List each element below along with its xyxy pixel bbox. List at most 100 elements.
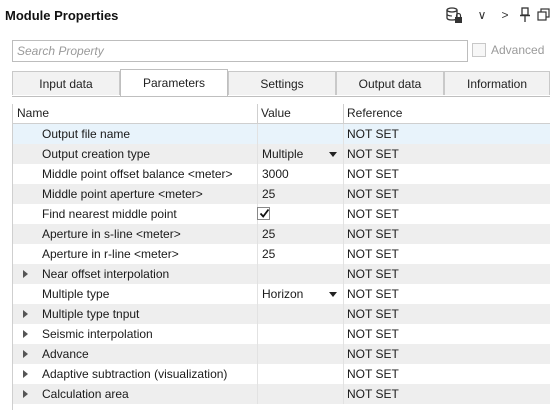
row-reference[interactable]: NOT SET bbox=[347, 124, 399, 144]
grid-header: Name Value Reference bbox=[13, 104, 550, 124]
table-row[interactable]: Adaptive subtraction (visualization) NOT… bbox=[13, 364, 550, 384]
chevron-down-icon[interactable]: ∨ bbox=[475, 6, 489, 24]
window-title: Module Properties bbox=[5, 8, 119, 23]
advanced-checkbox[interactable] bbox=[472, 43, 486, 57]
column-header-reference[interactable]: Reference bbox=[343, 104, 550, 123]
tab-output-data[interactable]: Output data bbox=[336, 71, 444, 95]
row-reference[interactable]: NOT SET bbox=[347, 344, 399, 364]
row-value[interactable]: 25 bbox=[262, 224, 275, 244]
table-row[interactable]: Advance NOT SET bbox=[13, 344, 550, 364]
cell-divider bbox=[343, 164, 344, 184]
cell-divider bbox=[343, 364, 344, 384]
row-name: Aperture in r-line <meter> bbox=[42, 247, 179, 261]
table-row[interactable]: Multiple type tnput NOT SET bbox=[13, 304, 550, 324]
row-reference[interactable]: NOT SET bbox=[347, 184, 399, 204]
cell-divider bbox=[343, 264, 344, 284]
column-header-value[interactable]: Value bbox=[257, 104, 343, 123]
cell-divider bbox=[257, 364, 258, 384]
cell-divider bbox=[257, 324, 258, 344]
find-nearest-checkbox[interactable] bbox=[257, 207, 270, 220]
cell-divider bbox=[343, 324, 344, 344]
expand-arrow-icon[interactable] bbox=[23, 310, 28, 318]
pin-icon[interactable] bbox=[518, 6, 532, 24]
title-bar: Module Properties ∨ > bbox=[0, 0, 550, 32]
cell-divider bbox=[343, 204, 344, 224]
row-name: Aperture in s-line <meter> bbox=[42, 227, 181, 241]
table-row[interactable]: Near offset interpolation NOT SET bbox=[13, 264, 550, 284]
column-header-name[interactable]: Name bbox=[13, 104, 257, 123]
cell-divider bbox=[343, 184, 344, 204]
table-row[interactable]: Middle point offset balance <meter> 3000… bbox=[13, 164, 550, 184]
cell-divider bbox=[257, 144, 258, 164]
row-name: Near offset interpolation bbox=[42, 267, 170, 281]
restore-window-icon[interactable] bbox=[537, 6, 550, 24]
row-reference[interactable]: NOT SET bbox=[347, 284, 399, 304]
row-reference[interactable]: NOT SET bbox=[347, 264, 399, 284]
tab-settings[interactable]: Settings bbox=[228, 71, 336, 95]
tab-parameters[interactable]: Parameters bbox=[120, 69, 228, 96]
row-value[interactable]: 25 bbox=[262, 184, 275, 204]
table-row[interactable]: Aperture in r-line <meter> 25 NOT SET bbox=[13, 244, 550, 264]
dropdown-arrow-icon[interactable] bbox=[329, 292, 337, 297]
row-reference[interactable]: NOT SET bbox=[347, 204, 399, 224]
row-reference[interactable]: NOT SET bbox=[347, 364, 399, 384]
table-row[interactable]: Find nearest middle point NOT SET bbox=[13, 204, 550, 224]
tab-input-data[interactable]: Input data bbox=[12, 71, 120, 95]
expand-arrow-icon[interactable] bbox=[23, 390, 28, 398]
tab-bar: Input data Parameters Settings Output da… bbox=[12, 69, 550, 97]
tab-divider bbox=[12, 96, 550, 97]
expand-arrow-icon[interactable] bbox=[23, 350, 28, 358]
chevron-right-icon[interactable]: > bbox=[498, 6, 512, 24]
row-reference[interactable]: NOT SET bbox=[347, 144, 399, 164]
table-row[interactable]: Aperture in s-line <meter> 25 NOT SET bbox=[13, 224, 550, 244]
row-reference[interactable]: NOT SET bbox=[347, 304, 399, 324]
cell-divider bbox=[257, 224, 258, 244]
row-name: Output creation type bbox=[42, 147, 151, 161]
row-name: Multiple type tnput bbox=[42, 307, 140, 321]
row-name: Find nearest middle point bbox=[42, 207, 177, 221]
table-row[interactable]: Output file name NOT SET bbox=[13, 124, 550, 144]
cell-divider bbox=[257, 124, 258, 144]
cell-divider bbox=[257, 284, 258, 304]
search-row: Advanced bbox=[0, 36, 550, 68]
expand-arrow-icon[interactable] bbox=[23, 330, 28, 338]
cell-divider bbox=[343, 244, 344, 264]
row-reference[interactable]: NOT SET bbox=[347, 324, 399, 344]
cell-divider bbox=[343, 344, 344, 364]
search-input[interactable] bbox=[12, 40, 468, 62]
row-reference[interactable]: NOT SET bbox=[347, 244, 399, 264]
cell-divider bbox=[343, 124, 344, 144]
output-creation-type-select[interactable]: Multiple bbox=[262, 144, 303, 164]
row-name: Output file name bbox=[42, 127, 131, 141]
checkmark-icon bbox=[259, 208, 270, 218]
row-name: Calculation area bbox=[42, 387, 129, 401]
row-reference[interactable]: NOT SET bbox=[347, 164, 399, 184]
table-row[interactable]: Middle point aperture <meter> 25 NOT SET bbox=[13, 184, 550, 204]
cell-divider bbox=[343, 144, 344, 164]
database-lock-icon[interactable] bbox=[444, 6, 464, 24]
tab-information[interactable]: Information bbox=[444, 71, 550, 95]
cell-divider bbox=[257, 244, 258, 264]
row-reference[interactable]: NOT SET bbox=[347, 384, 399, 404]
cell-divider bbox=[343, 384, 344, 404]
row-name: Seismic interpolation bbox=[42, 327, 153, 341]
cell-divider bbox=[257, 304, 258, 324]
advanced-label: Advanced bbox=[491, 43, 545, 57]
row-name: Middle point aperture <meter> bbox=[42, 187, 203, 201]
cell-divider bbox=[257, 164, 258, 184]
table-row[interactable]: Seismic interpolation NOT SET bbox=[13, 324, 550, 344]
row-value[interactable]: 3000 bbox=[262, 164, 289, 184]
row-reference[interactable]: NOT SET bbox=[347, 224, 399, 244]
cell-divider bbox=[257, 344, 258, 364]
dropdown-arrow-icon[interactable] bbox=[329, 152, 337, 157]
property-grid: Name Value Reference Output file name NO… bbox=[12, 104, 550, 410]
expand-arrow-icon[interactable] bbox=[23, 270, 28, 278]
row-name: Middle point offset balance <meter> bbox=[42, 167, 233, 181]
multiple-type-select[interactable]: Horizon bbox=[262, 284, 303, 304]
row-value[interactable]: 25 bbox=[262, 244, 275, 264]
expand-arrow-icon[interactable] bbox=[23, 370, 28, 378]
table-row[interactable]: Calculation area NOT SET bbox=[13, 384, 550, 404]
table-row[interactable]: Multiple type Horizon NOT SET bbox=[13, 284, 550, 304]
cell-divider bbox=[343, 284, 344, 304]
table-row[interactable]: Output creation type Multiple NOT SET bbox=[13, 144, 550, 164]
